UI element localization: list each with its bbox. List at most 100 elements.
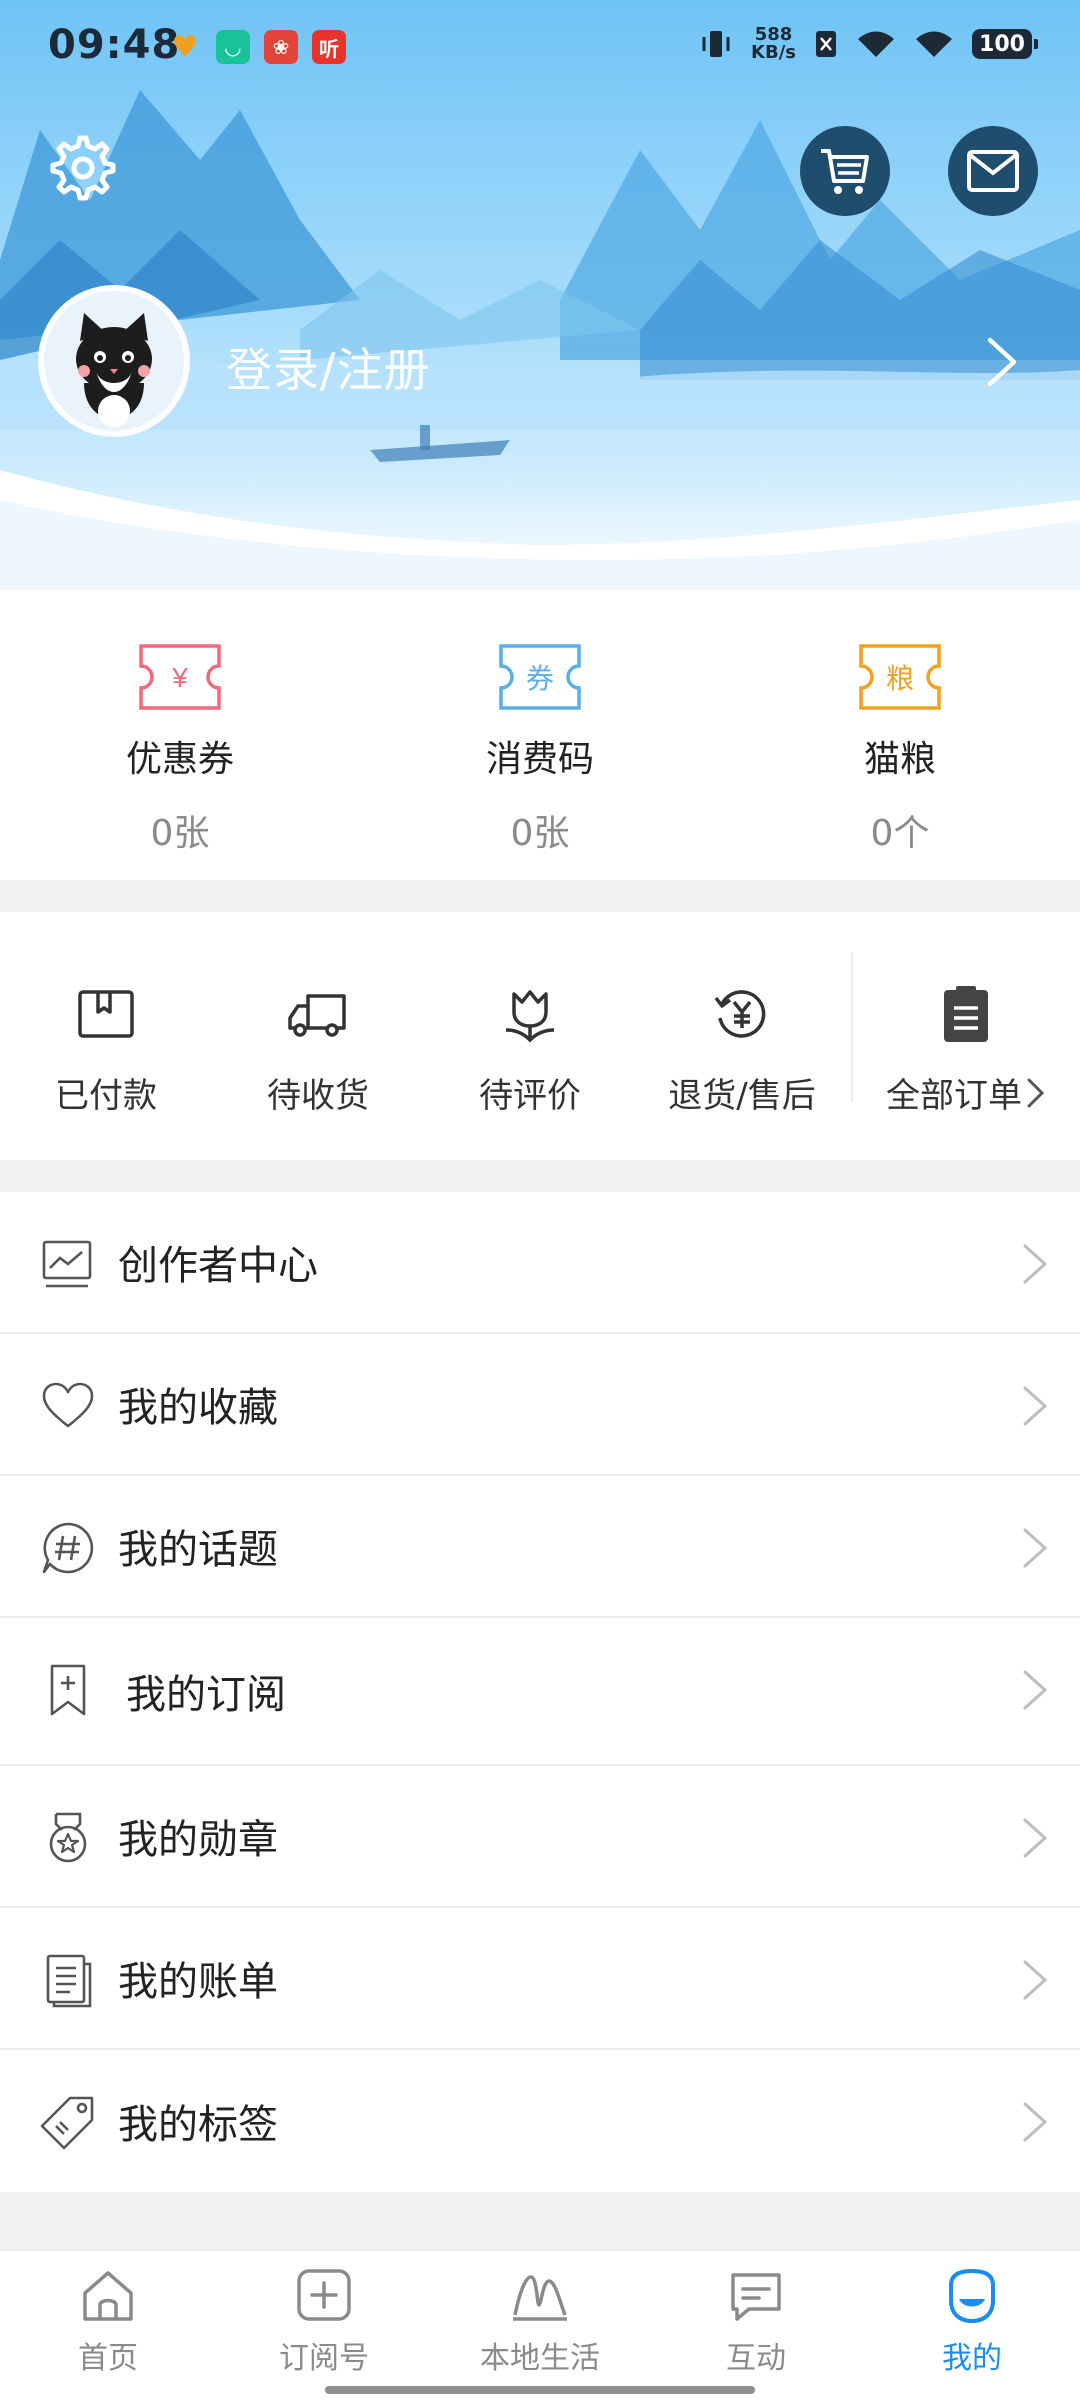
asset-label: 消费码 [485,739,594,780]
all-orders-link[interactable]: 全部订单 [852,912,1080,1160]
status-right-icons: 588 KB/s 100 [699,26,1038,62]
medal-icon [49,1812,87,1863]
mi-app-icon: ◡ [216,30,250,64]
login-register-link[interactable]: 登录/注册 [226,334,431,400]
menu-item-creator-center[interactable]: 创作者中心 [0,1192,1080,1334]
menu-item-bills[interactable]: 我的账单 [0,1908,1080,2050]
grain-ticket-icon: 粮 [859,644,941,710]
chevron-right-icon [1023,1386,1048,1426]
tab-interact[interactable]: 互动 [648,2251,864,2400]
chevron-right-icon [1023,1960,1048,2000]
tab-local-life[interactable]: 本地生活 [432,2251,648,2400]
local-life-icon [513,2275,567,2321]
order-status-row: 已付款 待收货 待评价 退货/售后 全部订单 [0,912,1080,1160]
asset-stats: ¥ 优惠券 0张 券 消费码 0张 粮 猫粮 0个 [0,600,1080,880]
tab-label: 订阅号 [279,2341,369,2376]
signal-icon [858,31,894,57]
hashtag-bubble-icon [42,1522,94,1574]
notification-icons: ♥ ◡ ❀ 听 [168,29,346,65]
paid-box-icon [78,990,134,1038]
chevron-right-icon [1023,1528,1048,1568]
tab-label: 互动 [726,2341,786,2376]
coupon-ticket-icon: ¥ [139,644,221,710]
menu-item-topics[interactable]: 我的话题 [0,1476,1080,1618]
delivery-truck-icon [288,994,346,1037]
bottom-tab-bar: 首页 订阅号 本地生活 互动 我的 [0,2250,1080,2400]
menu-label: 我的话题 [118,1527,278,1573]
heart-app-icon: ♥ [171,29,199,65]
order-label: 待收货 [267,1076,369,1116]
tab-label: 本地生活 [480,2341,600,2376]
document-icon [46,1954,92,2008]
bookmark-plus-icon [50,1664,86,1716]
refund-yen-icon [714,990,766,1038]
home-icon [83,2271,133,2321]
settings-gear-icon[interactable] [44,132,116,204]
section-divider [0,1160,1080,1192]
menu-label: 我的标签 [118,2102,278,2148]
messages-button[interactable] [948,126,1038,216]
battery-indicator: 100 [972,29,1038,59]
section-divider [0,2192,1080,2250]
menu-label: 我的订阅 [126,1672,286,1718]
mine-smile-icon [949,2268,995,2324]
wifi-icon [916,31,952,57]
menu-label: 我的账单 [118,1959,278,2005]
svg-text:券: 券 [526,662,554,695]
asset-consumption-code[interactable]: 券 消费码 0张 [360,600,720,880]
tab-label: 我的 [942,2341,1002,2376]
asset-cat-food[interactable]: 粮 猫粮 0个 [720,600,1080,880]
plus-square-icon [297,2269,351,2321]
svg-text:¥: ¥ [171,662,188,693]
home-indicator-bar[interactable] [325,2386,755,2394]
menu-label: 创作者中心 [118,1243,318,1289]
ting-app-icon: 听 [312,30,346,64]
shopping-cart-button[interactable] [800,126,890,216]
status-time: 09:48 [48,22,181,68]
tab-home[interactable]: 首页 [0,2251,216,2400]
chevron-right-icon [1023,1818,1048,1858]
menu-item-tags[interactable]: 我的标签 [0,2050,1080,2192]
chevron-right-icon [1023,1244,1048,1284]
red-envelope-app-icon: ❀ [264,30,298,64]
chevron-right-icon[interactable] [982,336,1022,388]
menu-item-favorites[interactable]: 我的收藏 [0,1334,1080,1476]
profile-header: 09:48 ♥ ◡ ❀ 听 588 KB/s 100 登录/注册 [0,0,1080,590]
tab-label: 首页 [78,2341,138,2376]
order-paid[interactable]: 已付款 [0,912,212,1160]
mail-icon [967,150,1019,192]
chat-bubble-icon [731,2273,781,2321]
clipboard-icon [944,986,988,1042]
chevron-right-icon [1023,1670,1048,1710]
chevron-right-icon [1027,1078,1045,1107]
flower-review-icon [505,990,555,1043]
status-bar: 09:48 ♥ ◡ ❀ 听 588 KB/s 100 [0,0,1080,100]
asset-count: 0张 [150,813,210,854]
menu-item-medals[interactable]: 我的勋章 [0,1766,1080,1908]
order-to-receive[interactable]: 待收货 [212,912,424,1160]
menu-label: 我的收藏 [118,1385,278,1431]
section-divider [0,880,1080,912]
asset-label: 优惠券 [125,739,234,780]
menu-item-subscriptions[interactable]: 我的订阅 [0,1618,1080,1766]
chart-board-icon [42,1240,92,1288]
sim-off-icon [816,31,836,57]
cat-face-icon [76,313,152,427]
voucher-ticket-icon: 券 [499,644,581,710]
menu-label: 我的勋章 [118,1817,278,1863]
heart-icon [42,1382,94,1428]
order-label: 待评价 [479,1076,581,1116]
vibrate-icon [702,31,730,57]
asset-label: 猫粮 [863,739,936,780]
order-label: 退货/售后 [668,1076,816,1116]
order-label: 已付款 [55,1076,157,1116]
tab-subscribe[interactable]: 订阅号 [216,2251,432,2400]
asset-coupon[interactable]: ¥ 优惠券 0张 [0,600,360,880]
order-to-review[interactable]: 待评价 [424,912,636,1160]
tag-icon [40,2096,94,2150]
asset-count: 0个 [870,813,930,854]
menu-list: 创作者中心 我的收藏 我的话题 我的订阅 我的勋章 我的账单 我的标签 [0,1192,1080,2192]
cat-avatar[interactable] [38,285,190,437]
order-refund[interactable]: 退货/售后 [636,912,848,1160]
tab-mine[interactable]: 我的 [864,2251,1080,2400]
